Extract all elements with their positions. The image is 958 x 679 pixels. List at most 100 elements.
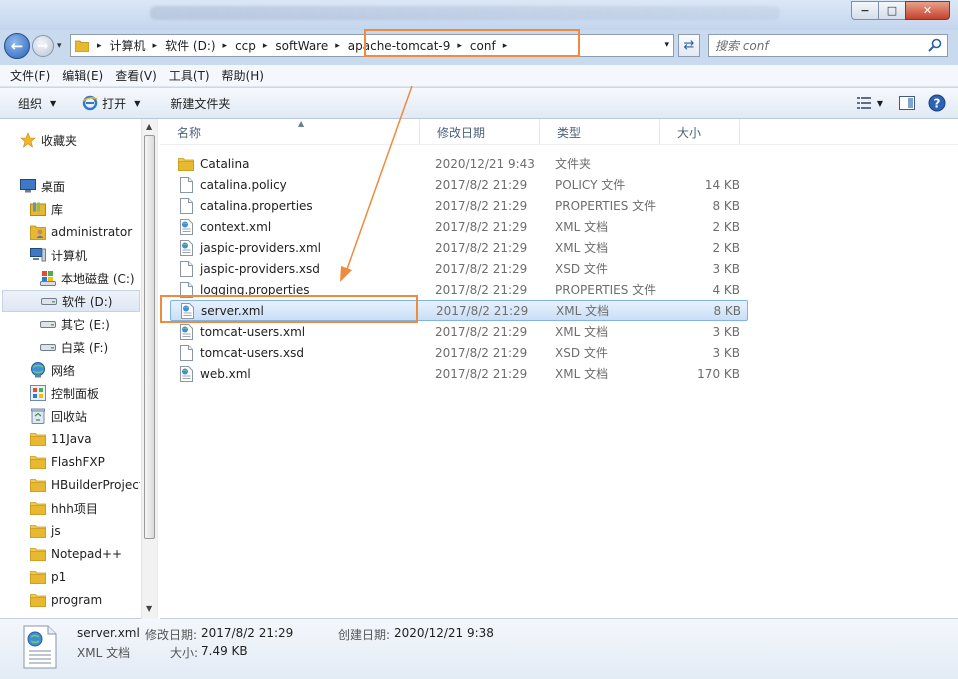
new-folder-button[interactable]: 新建文件夹: [150, 88, 240, 118]
file-row[interactable]: web.xml 2017/8/2 21:29 XML 文档 170 KB: [170, 363, 748, 384]
scroll-down-icon[interactable]: ▼: [146, 604, 152, 613]
organize-button[interactable]: 组织 ▼: [0, 88, 66, 118]
column-type-label: 类型: [557, 125, 582, 140]
breadcrumb: 计算机 ▸ 软件 (D:) ▸ ccp ▸ softWare ▸ apache-tomcat-9…: [108, 35, 514, 56]
nav-item[interactable]: 收藏夹: [20, 129, 77, 151]
maximize-button[interactable]: □: [878, 1, 905, 20]
breadcrumb-item[interactable]: conf: [468, 39, 499, 53]
file-name: context.xml: [200, 219, 272, 234]
file-type: POLICY 文件: [555, 178, 626, 192]
column-date[interactable]: 修改日期: [420, 119, 540, 145]
breadcrumb-item[interactable]: ccp: [233, 39, 259, 53]
help-button[interactable]: ?: [926, 93, 948, 113]
file-size: 8 KB: [712, 198, 740, 213]
nav-item[interactable]: Notepad++: [30, 543, 122, 565]
nav-item[interactable]: 回收站: [30, 405, 87, 427]
nav-item[interactable]: 11Java: [30, 428, 92, 450]
breadcrumb-item[interactable]: 计算机: [108, 37, 149, 54]
explorer-content: 收藏夹桌面库 administrator 计算机 本地磁盘 (C:) 软件 (D:) 其它…: [0, 119, 958, 619]
nav-item[interactable]: 白菜 (F:): [40, 336, 108, 358]
file-date: 2017/8/2 21:29: [435, 240, 528, 255]
breadcrumb-item[interactable]: apache-tomcat-9: [346, 39, 454, 53]
menu-item[interactable]: 工具(T): [163, 67, 216, 84]
title-bar: − □ ✕: [0, 0, 958, 30]
close-button[interactable]: ✕: [905, 1, 950, 20]
file-type: XML 文档: [555, 325, 609, 339]
nav-item[interactable]: 计算机: [30, 244, 87, 266]
nav-item[interactable]: 软件 (D:): [2, 290, 140, 312]
nav-item[interactable]: FlashFXP: [30, 451, 105, 473]
column-type[interactable]: 类型: [540, 119, 660, 145]
column-name[interactable]: 名称 ▲: [160, 119, 420, 145]
search-input[interactable]: [709, 35, 914, 56]
nav-item[interactable]: p1: [30, 566, 66, 588]
breadcrumb-item[interactable]: softWare: [273, 39, 331, 53]
chevron-down-icon[interactable]: ▾: [664, 40, 669, 50]
breadcrumb-separator-icon[interactable]: ▸: [331, 41, 346, 51]
new-folder-label: 新建文件夹: [170, 96, 231, 111]
file-row[interactable]: tomcat-users.xml 2017/8/2 21:29 XML 文档 3 KB: [170, 321, 748, 342]
svg-text:?: ?: [934, 97, 941, 111]
menu-item[interactable]: 查看(V): [109, 67, 163, 84]
open-button[interactable]: 打开 ▼: [66, 88, 150, 118]
breadcrumb-separator-icon[interactable]: ▸: [499, 41, 514, 51]
nav-item[interactable]: 桌面: [20, 175, 65, 197]
nav-item-label: FlashFXP: [51, 455, 105, 469]
nav-item[interactable]: 其它 (E:): [40, 313, 110, 335]
minimize-button[interactable]: −: [851, 1, 878, 20]
nav-item[interactable]: hhh项目: [30, 497, 98, 519]
nav-item[interactable]: 控制面板: [30, 382, 99, 404]
search-box[interactable]: [708, 34, 948, 57]
nav-item[interactable]: HBuilderProjects: [30, 474, 140, 496]
nav-item[interactable]: program: [30, 589, 102, 611]
forward-button[interactable]: →: [32, 35, 54, 57]
breadcrumb-separator-icon[interactable]: ▸: [93, 41, 108, 51]
file-row[interactable]: jaspic-providers.xsd 2017/8/2 21:29 XSD 文件…: [170, 258, 748, 279]
folder-icon: [71, 40, 93, 52]
scroll-up-icon[interactable]: ▲: [146, 122, 152, 131]
file-row[interactable]: Catalina 2020/12/21 9:43 文件夹: [170, 153, 748, 174]
nav-item[interactable]: administrator: [30, 221, 132, 243]
preview-pane-button[interactable]: [896, 93, 918, 113]
file-row[interactable]: jaspic-providers.xml 2017/8/2 21:29 XML 文档…: [170, 237, 748, 258]
nav-item-label: hhh项目: [51, 501, 98, 516]
file-name-cell: web.xml: [170, 365, 435, 382]
history-dropdown-icon[interactable]: ▾: [57, 41, 62, 51]
file-name-cell: Catalina: [170, 156, 435, 172]
organize-label: 组织: [18, 96, 43, 111]
file-name-cell: logging.properties: [170, 281, 435, 298]
menu-item[interactable]: 编辑(E): [56, 67, 109, 84]
menu-bar: 文件(F) 编辑(E) 查看(V) 工具(T) 帮助(H): [0, 65, 958, 87]
breadcrumb-separator-icon[interactable]: ▸: [453, 41, 468, 51]
nav-item[interactable]: 库: [30, 198, 63, 220]
search-icon[interactable]: [928, 38, 942, 52]
nav-item[interactable]: 网络: [30, 359, 75, 381]
nav-item[interactable]: 本地磁盘 (C:): [40, 267, 135, 289]
breadcrumb-separator-icon[interactable]: ▸: [219, 41, 234, 51]
address-bar[interactable]: ▸ 计算机 ▸ 软件 (D:) ▸ ccp ▸ softWare ▸ apache-tomcat…: [70, 34, 674, 57]
column-size[interactable]: 大小: [660, 119, 740, 145]
file-row[interactable]: context.xml 2017/8/2 21:29 XML 文档 2 KB: [170, 216, 748, 237]
menu-item[interactable]: 帮助(H): [216, 67, 270, 84]
file-row[interactable]: logging.properties 2017/8/2 21:29 PROPERTI…: [170, 279, 748, 300]
file-row[interactable]: catalina.properties 2017/8/2 21:29 PROPERT…: [170, 195, 748, 216]
back-button[interactable]: ←: [4, 33, 30, 59]
breadcrumb-item[interactable]: 软件 (D:): [163, 37, 218, 54]
file-row[interactable]: tomcat-users.xsd 2017/8/2 21:29 XSD 文件 3 KB: [170, 342, 748, 363]
refresh-button[interactable]: ⇄: [678, 34, 700, 57]
detail-size-value: 7.49 KB: [201, 644, 248, 658]
star-icon: [20, 132, 36, 148]
file-size: 170 KB: [697, 366, 740, 381]
menu-item[interactable]: 文件(F): [4, 67, 56, 84]
navigation-scrollbar[interactable]: ▲ ▼: [141, 119, 157, 619]
folder-icon: [30, 477, 46, 493]
view-options-button[interactable]: ▼: [852, 93, 888, 113]
breadcrumb-separator-icon[interactable]: ▸: [149, 41, 164, 51]
file-row[interactable]: catalina.policy 2017/8/2 21:29 POLICY 文件 14…: [170, 174, 748, 195]
nav-item[interactable]: js: [30, 520, 61, 542]
nav-item-label: js: [51, 524, 61, 538]
file-type: XSD 文件: [555, 262, 608, 276]
scroll-thumb[interactable]: [144, 135, 155, 539]
file-row[interactable]: server.xml 2017/8/2 21:29 XML 文档 8 KB: [170, 300, 748, 321]
breadcrumb-separator-icon[interactable]: ▸: [259, 41, 274, 51]
